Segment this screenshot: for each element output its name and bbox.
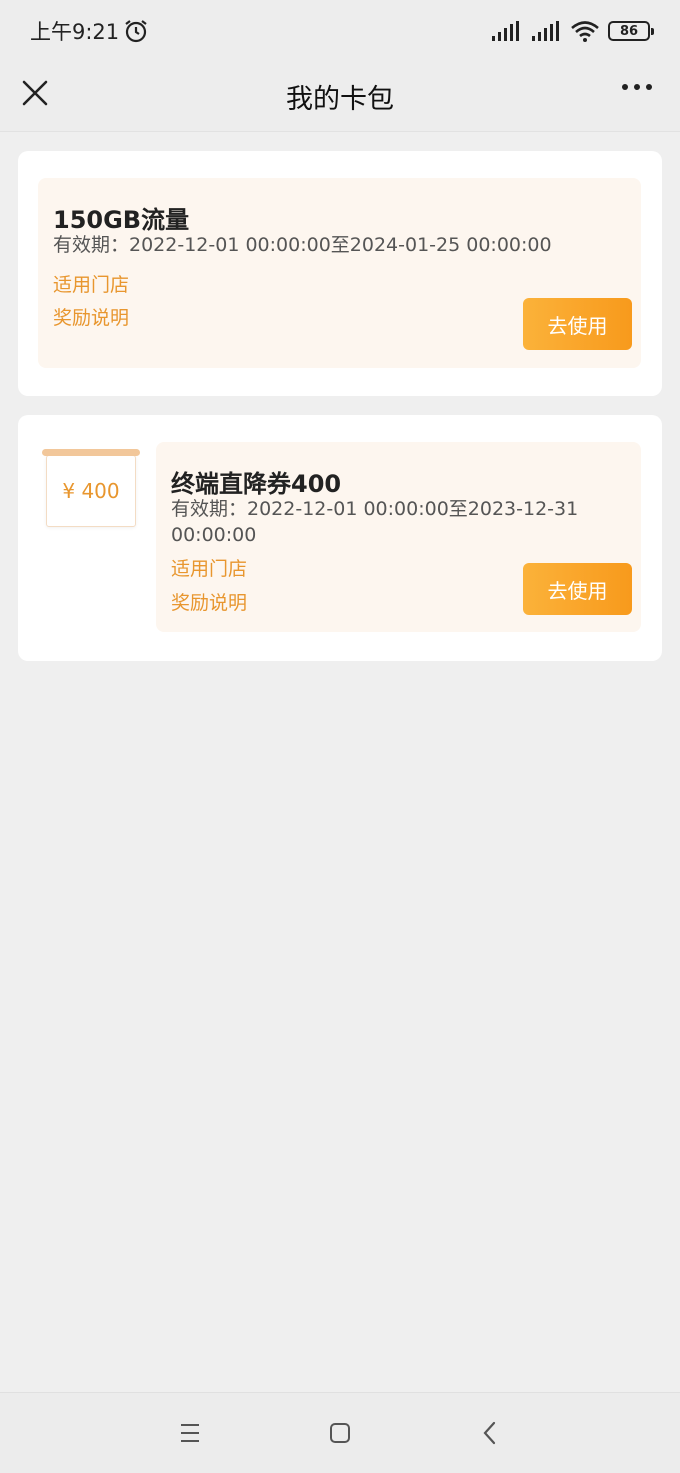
- home-button[interactable]: [325, 1418, 355, 1448]
- applicable-stores-link[interactable]: 适用门店: [171, 554, 247, 581]
- voucher-thumbnail: ¥ 400: [42, 449, 140, 529]
- voucher-amount: ¥ 400: [62, 479, 120, 503]
- home-square-icon: [330, 1423, 350, 1443]
- coupon-card: ¥ 400 终端直降券400 有效期：2022-12-01 00:00:00至2…: [18, 415, 662, 661]
- nav-bar: 我的卡包: [0, 62, 680, 132]
- more-menu-button[interactable]: [622, 84, 652, 90]
- use-coupon-button[interactable]: 去使用: [523, 563, 632, 615]
- use-coupon-button[interactable]: 去使用: [523, 298, 632, 350]
- signal-icon: [492, 21, 519, 41]
- back-chevron-icon: [483, 1421, 496, 1445]
- coupon-validity: 有效期：2022-12-01 00:00:00至2023-12-31 00:00…: [171, 498, 579, 546]
- voucher-rod: [42, 449, 140, 456]
- status-bar: 上午9:21 86: [0, 0, 680, 62]
- close-button[interactable]: [18, 76, 52, 110]
- signal-icon-2: [532, 21, 559, 41]
- applicable-stores-link[interactable]: 适用门店: [53, 270, 129, 297]
- alarm-icon: [125, 20, 147, 43]
- coupon-title: 终端直降券400: [171, 470, 342, 498]
- status-icons: 86: [490, 20, 654, 42]
- coupon-panel: 150GB流量 有效期：2022-12-01 00:00:00至2024-01-…: [38, 178, 641, 368]
- coupon-card: 150GB流量 有效期：2022-12-01 00:00:00至2024-01-…: [18, 151, 662, 396]
- menu-button[interactable]: [175, 1418, 205, 1448]
- system-nav-bar: [0, 1392, 680, 1473]
- back-button[interactable]: [475, 1418, 505, 1448]
- coupon-title: 150GB流量: [53, 206, 190, 234]
- page-title: 我的卡包: [286, 84, 394, 115]
- reward-description-link[interactable]: 奖励说明: [53, 303, 129, 330]
- reward-description-link[interactable]: 奖励说明: [171, 588, 247, 615]
- status-time-group: 上午9:21: [30, 16, 149, 46]
- battery-level: 86: [619, 23, 639, 39]
- status-time: 上午9:21: [30, 20, 120, 44]
- menu-icon: [181, 1424, 199, 1442]
- more-dot-icon: [622, 84, 628, 90]
- more-dot-icon: [634, 84, 640, 90]
- coupon-validity: 有效期：2022-12-01 00:00:00至2024-01-25 00:00…: [53, 234, 552, 256]
- wifi-icon: [571, 21, 599, 42]
- close-icon: [22, 80, 48, 106]
- more-dot-icon: [646, 84, 652, 90]
- coupon-panel: 终端直降券400 有效期：2022-12-01 00:00:00至2023-12…: [156, 442, 641, 632]
- battery-icon: 86: [608, 21, 654, 41]
